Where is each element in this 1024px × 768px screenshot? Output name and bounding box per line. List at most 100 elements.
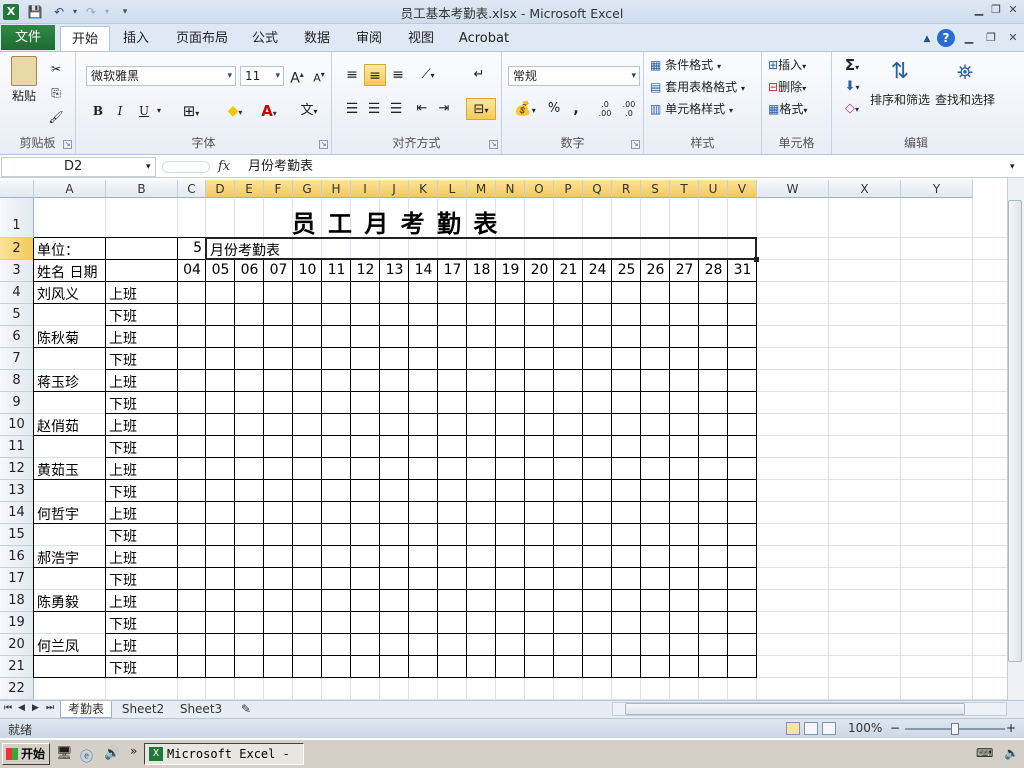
column-header[interactable]: B bbox=[106, 180, 178, 198]
tab-insert[interactable]: 插入 bbox=[114, 26, 158, 51]
row-header[interactable]: 13 bbox=[0, 480, 34, 502]
shrink-font-icon[interactable]: A▾ bbox=[310, 64, 328, 86]
paste-button[interactable]: 粘贴 bbox=[6, 56, 42, 112]
borders-icon[interactable]: ⊞▾ bbox=[176, 100, 206, 122]
start-button[interactable]: 开始 bbox=[2, 743, 50, 765]
row-header[interactable]: 11 bbox=[0, 436, 34, 458]
zoom-slider-thumb[interactable] bbox=[951, 723, 959, 735]
minimize-icon[interactable]: ▁ bbox=[972, 3, 986, 17]
quicklaunch-ie-icon[interactable]: ⓔ bbox=[80, 746, 93, 765]
grow-font-icon[interactable]: A▴ bbox=[288, 64, 306, 87]
formula-expand-handle[interactable] bbox=[162, 161, 210, 173]
row-header[interactable]: 15 bbox=[0, 524, 34, 546]
workbook-close-icon[interactable]: ✕ bbox=[1006, 31, 1020, 45]
name-box[interactable]: D2 bbox=[1, 157, 156, 177]
row-header[interactable]: 10 bbox=[0, 414, 34, 436]
conditional-format-button[interactable]: ▦ 条件格式 ▾ bbox=[650, 54, 760, 76]
format-cells-button[interactable]: ▦格式▾ bbox=[768, 98, 830, 120]
shift-on-label[interactable]: 上班 bbox=[109, 460, 137, 480]
formula-bar-expand-icon[interactable]: ▾ bbox=[1010, 157, 1015, 177]
shift-off-label[interactable]: 下班 bbox=[109, 306, 137, 326]
shift-off-label[interactable]: 下班 bbox=[109, 570, 137, 590]
page-layout-view-icon[interactable] bbox=[804, 722, 818, 735]
horizontal-scroll-thumb[interactable] bbox=[625, 703, 965, 715]
row-header[interactable]: 17 bbox=[0, 568, 34, 590]
align-bottom-icon[interactable]: ≡ bbox=[388, 64, 408, 86]
column-header[interactable]: Q bbox=[583, 180, 612, 198]
align-right-icon[interactable]: ☰ bbox=[386, 98, 406, 120]
sheet-tab-sheet3[interactable]: Sheet3 bbox=[174, 701, 228, 718]
tab-view[interactable]: 视图 bbox=[400, 26, 442, 51]
cell-styles-button[interactable]: ▥ 单元格样式 ▾ bbox=[650, 98, 760, 120]
zoom-level[interactable]: 100% bbox=[848, 721, 882, 735]
prev-sheet-icon[interactable]: ◀ bbox=[18, 703, 25, 713]
column-header[interactable]: W bbox=[757, 180, 829, 198]
first-sheet-icon[interactable]: ⏮ bbox=[4, 703, 12, 713]
row-header[interactable]: 3 bbox=[0, 260, 34, 282]
bold-button[interactable]: B bbox=[88, 100, 108, 122]
italic-button[interactable]: I bbox=[110, 100, 130, 122]
row-header[interactable]: 16 bbox=[0, 546, 34, 568]
close-icon[interactable]: ✕ bbox=[1006, 3, 1020, 17]
percent-button[interactable]: % bbox=[544, 98, 564, 120]
phonetic-button[interactable]: 文▾ bbox=[294, 100, 324, 122]
normal-view-icon[interactable] bbox=[786, 722, 800, 735]
delete-cells-button[interactable]: ⊟删除▾ bbox=[768, 76, 830, 98]
wrap-text-icon[interactable]: ↵ bbox=[468, 64, 490, 86]
underline-dropdown-icon[interactable]: ▾ bbox=[154, 100, 164, 122]
volume-icon[interactable]: 🔈 bbox=[1004, 746, 1019, 760]
help-icon[interactable]: ? bbox=[937, 29, 955, 47]
shift-off-label[interactable]: 下班 bbox=[109, 394, 137, 414]
shift-off-label[interactable]: 下班 bbox=[109, 482, 137, 502]
row-header[interactable]: 6 bbox=[0, 326, 34, 348]
shift-off-label[interactable]: 下班 bbox=[109, 658, 137, 678]
row-header[interactable]: 8 bbox=[0, 370, 34, 392]
restore-icon[interactable]: ❐ bbox=[989, 3, 1003, 17]
fill-color-icon[interactable]: ◆▾ bbox=[220, 100, 250, 122]
zoom-in-icon[interactable]: + bbox=[1006, 721, 1016, 735]
month-text[interactable]: 月份考勤表 bbox=[210, 240, 280, 260]
column-header[interactable]: T bbox=[670, 180, 699, 198]
column-header[interactable]: H bbox=[322, 180, 351, 198]
workbook-minimize-icon[interactable]: ▁ bbox=[962, 31, 976, 45]
column-header[interactable]: S bbox=[641, 180, 670, 198]
format-painter-icon[interactable]: 🖌 bbox=[46, 106, 66, 128]
underline-button[interactable]: U bbox=[134, 100, 154, 122]
column-header[interactable]: U bbox=[699, 180, 728, 198]
column-header[interactable]: D bbox=[206, 180, 235, 198]
clipboard-launcher-icon[interactable]: ↘ bbox=[63, 140, 72, 149]
column-header[interactable]: R bbox=[612, 180, 641, 198]
column-header[interactable]: A bbox=[34, 180, 106, 198]
column-header[interactable]: K bbox=[409, 180, 438, 198]
column-header[interactable]: X bbox=[829, 180, 901, 198]
row-header[interactable]: 9 bbox=[0, 392, 34, 414]
row-header[interactable]: 1 bbox=[0, 198, 34, 238]
decrease-decimal-button[interactable]: .00 .0 bbox=[618, 98, 640, 120]
column-header[interactable]: I bbox=[351, 180, 380, 198]
font-size-select[interactable]: 11 ▾ bbox=[240, 66, 284, 86]
employee-name[interactable]: 蒋玉珍 bbox=[37, 372, 79, 392]
row-header[interactable]: 14 bbox=[0, 502, 34, 524]
align-middle-icon[interactable]: ≡ bbox=[364, 64, 386, 86]
employee-name[interactable]: 郝浩宇 bbox=[37, 548, 79, 568]
worksheet-grid[interactable]: A B C D E F G H I J K L M N O P Q R S T U V W X Y 1 2 3 4 5 6 7 8 9 10 11 12… bbox=[0, 180, 1008, 701]
select-all-corner[interactable] bbox=[0, 180, 34, 198]
quicklaunch-more-icon[interactable]: » bbox=[130, 744, 137, 758]
last-sheet-icon[interactable]: ⏭ bbox=[46, 703, 54, 713]
selected-cell-d2[interactable] bbox=[205, 237, 757, 260]
autosum-button[interactable]: Σ▾ bbox=[838, 54, 866, 76]
font-name-select[interactable]: 微软雅黑 ▾ bbox=[86, 66, 236, 86]
column-header[interactable]: C bbox=[178, 180, 206, 198]
shift-off-label[interactable]: 下班 bbox=[109, 438, 137, 458]
shift-on-label[interactable]: 上班 bbox=[109, 284, 137, 304]
vertical-scroll-thumb[interactable] bbox=[1008, 200, 1022, 662]
number-launcher-icon[interactable]: ↘ bbox=[631, 140, 640, 149]
shift-on-label[interactable]: 上班 bbox=[109, 592, 137, 612]
number-format-select[interactable]: 常规 ▾ bbox=[508, 66, 640, 86]
row-header[interactable]: 7 bbox=[0, 348, 34, 370]
column-header[interactable]: O bbox=[525, 180, 554, 198]
zoom-out-icon[interactable]: − bbox=[890, 721, 900, 735]
row-header[interactable]: 22 bbox=[0, 678, 34, 700]
row-header[interactable]: 5 bbox=[0, 304, 34, 326]
decrease-indent-icon[interactable]: ⇤ bbox=[412, 98, 432, 120]
